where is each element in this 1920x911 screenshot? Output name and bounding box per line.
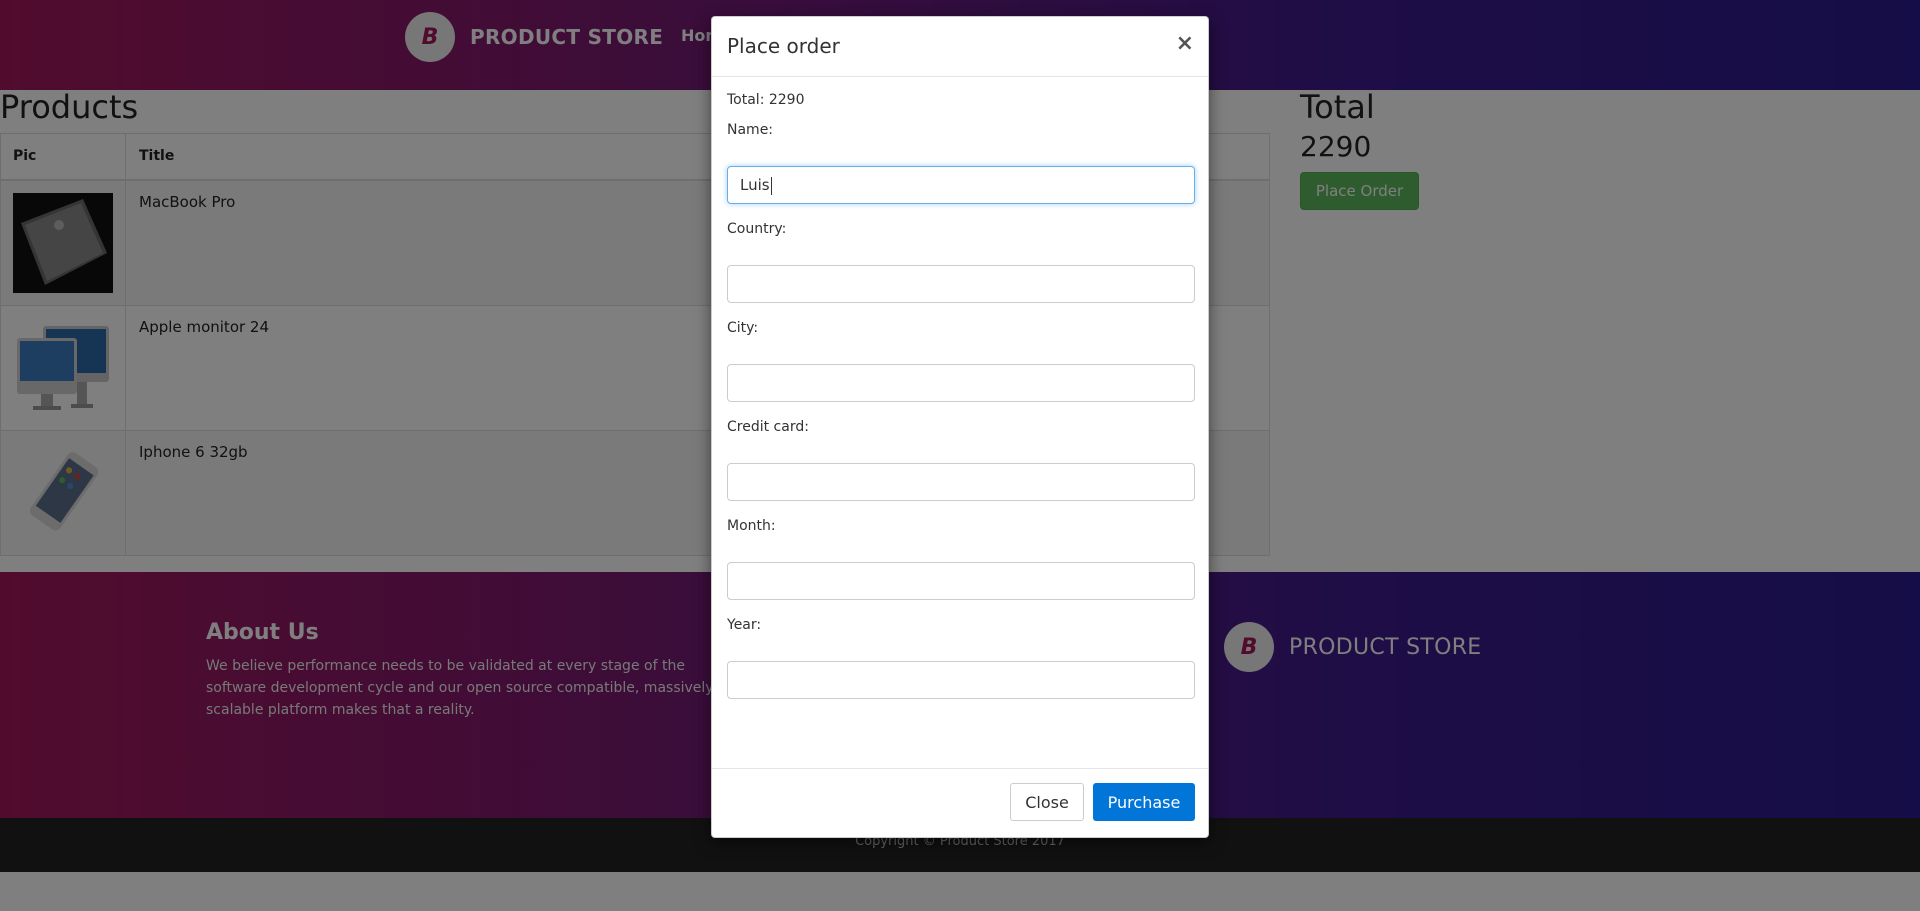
text-caret [770,176,772,195]
credit-card-label: Credit card: [727,419,809,435]
country-label: Country: [727,221,787,237]
purchase-button[interactable]: Purchase [1093,783,1195,821]
month-input[interactable] [727,562,1195,600]
name-input[interactable]: Luis [727,166,1195,204]
city-label: City: [727,320,759,336]
modal-footer: Close Purchase [712,768,1208,837]
modal-header: Place order × [712,17,1208,77]
name-label: Name: [727,122,774,138]
month-label: Month: [727,518,776,534]
close-button[interactable]: Close [1010,783,1084,821]
name-input-value: Luis [740,176,770,194]
modal-title: Place order [727,34,840,58]
year-label: Year: [727,617,762,633]
year-input[interactable] [727,661,1195,699]
city-input[interactable] [727,364,1195,402]
country-input[interactable] [727,265,1195,303]
credit-card-input[interactable] [727,463,1195,501]
modal-body: Total: 2290 Name: Luis Country: City: Cr… [712,77,1208,769]
order-total-text: Total: 2290 [727,92,805,108]
place-order-modal: Place order × Total: 2290 Name: Luis Cou… [711,16,1209,838]
close-icon[interactable]: × [1176,33,1194,55]
